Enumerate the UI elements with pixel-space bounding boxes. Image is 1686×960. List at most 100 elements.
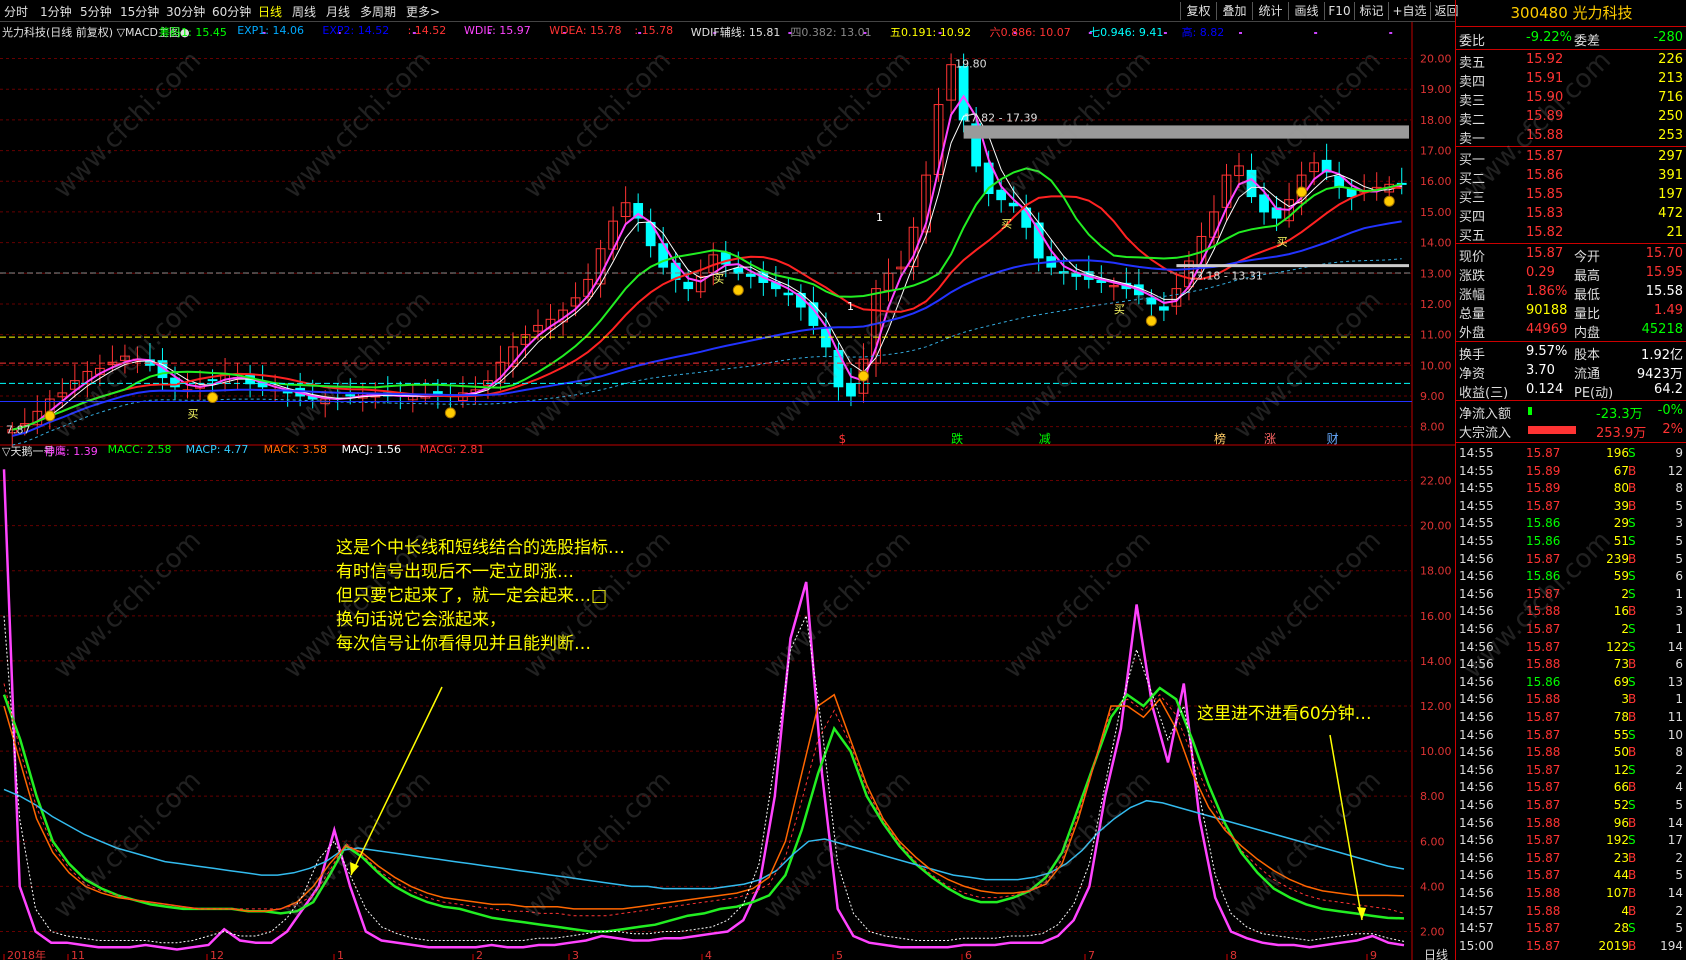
candle-body [1033, 222, 1044, 259]
event-marker: 涨 [1264, 431, 1276, 446]
quote-value: 15.83 [1526, 206, 1564, 221]
quote-value: 44969 [1526, 322, 1568, 337]
quote-row: 涨幅 1.86% 最低 15.58 [1456, 283, 1686, 303]
tick-volume: 78 [1613, 710, 1629, 724]
tick-time: 14:55 [1459, 516, 1494, 531]
tick-time: 14:56 [1459, 815, 1494, 830]
quote-row: 换手 9.57% 股本 1.92亿 [1456, 343, 1686, 363]
toolbar-button[interactable]: 统计 [1252, 2, 1288, 20]
quote-row: 外盘 44969 内盘 45218 [1456, 321, 1686, 341]
tick-time: 14:56 [1459, 586, 1494, 601]
legend-entry: WDIF辅线: 15.81 [690, 26, 781, 39]
tick-count: 8 [1675, 481, 1683, 496]
tick-row: 14:56 15.87 55 S 10 [1456, 727, 1686, 744]
x-tick-label: 5 [836, 949, 843, 960]
period-tab[interactable]: 15分钟 [120, 3, 159, 20]
tick-side: B [1628, 745, 1637, 760]
tick-row: 14:55 15.89 67 B 12 [1456, 463, 1686, 480]
period-tab[interactable]: 60分钟 [212, 3, 251, 20]
quote-value: 15.70 [1645, 246, 1683, 261]
quote-value: 1.86% [1526, 284, 1568, 299]
period-tab[interactable]: 周线 [292, 3, 316, 20]
toolbar-button[interactable]: F10 [1324, 2, 1354, 20]
event-marker: 榜 [1214, 431, 1226, 446]
y-tick-label: 19.00 [1420, 83, 1452, 96]
tick-volume: 192 [1606, 833, 1629, 848]
quote-label: 卖四 [1459, 75, 1486, 90]
y-tick-label: 9.00 [1420, 390, 1445, 403]
flow-bar [1528, 407, 1532, 415]
quote-value: 2% [1662, 422, 1683, 437]
tick-time: 14:56 [1459, 745, 1494, 760]
toolbar-button[interactable]: 叠加 [1216, 2, 1252, 20]
tick-time: 14:55 [1459, 498, 1494, 513]
buy-marker: 买 [713, 272, 724, 285]
wdea-line [12, 186, 1402, 431]
tick-count: 6 [1675, 569, 1683, 584]
y-tick-label: 14.00 [1420, 237, 1452, 250]
tick-side: S [1628, 639, 1636, 654]
tick-row: 14:56 15.88 3 B 1 [1456, 691, 1686, 708]
quote-value: 15.58 [1645, 284, 1683, 299]
tick-row: 14:55 15.89 80 B 8 [1456, 480, 1686, 497]
quote-value: 472 [1658, 206, 1683, 221]
period-tab[interactable]: 日线 [258, 3, 282, 20]
x-tick-label: 3 [572, 949, 579, 960]
tick-price: 15.88 [1526, 692, 1561, 707]
quote-value: 9423万 [1636, 367, 1683, 382]
x-tick-label: 2018年 [7, 948, 46, 960]
tick-row: 14:56 15.87 52 S 5 [1456, 797, 1686, 814]
tick-time: 14:56 [1459, 798, 1494, 812]
tick-count: 1 [1675, 692, 1683, 707]
toolbar-button[interactable]: 画线 [1288, 2, 1324, 20]
y-tick-label: 20.00 [1420, 520, 1452, 533]
legend-entry: : 14.52 [407, 24, 447, 37]
tick-time: 14:56 [1459, 551, 1494, 566]
candle-body [1259, 194, 1269, 213]
tick-volume: 16 [1613, 604, 1629, 619]
tick-price: 15.88 [1526, 903, 1561, 918]
band-label: 13.18 - 13.31 [1189, 270, 1263, 283]
tick-time: 14:56 [1459, 569, 1494, 584]
tick-price: 15.87 [1526, 727, 1561, 742]
buy-marker: 买 [1277, 236, 1288, 249]
quote-value: 253 [1658, 128, 1683, 143]
divider [1456, 146, 1686, 147]
flow-value: 253.9万 [1596, 426, 1647, 441]
top-dot [1239, 32, 1243, 34]
tick-side: S [1628, 534, 1636, 548]
tick-side: S [1628, 921, 1636, 936]
tick-count: 5 [1675, 868, 1683, 883]
tick-row: 14:56 15.88 107 B 14 [1456, 885, 1686, 902]
x-tick-label: 9 [1370, 949, 1377, 960]
tick-price: 15.86 [1526, 516, 1561, 531]
quote-value: 15.85 [1526, 187, 1564, 202]
tick-time: 14:56 [1459, 868, 1494, 883]
toolbar-button[interactable]: +自选 [1388, 2, 1430, 20]
tick-price: 15.89 [1526, 463, 1561, 478]
tick-time: 14:56 [1459, 780, 1494, 795]
tick-time: 14:56 [1459, 727, 1494, 742]
period-tab[interactable]: 多周期 [360, 3, 396, 20]
band-label: 17.82 - 17.39 [964, 111, 1038, 124]
period-tab[interactable]: 更多> [406, 3, 440, 20]
period-tab[interactable]: 分时 [4, 3, 28, 20]
tick-count: 194 [1660, 938, 1683, 953]
signal-coin-icon [1296, 186, 1308, 198]
quote-row: 收益(三) 0.124 PE(动) 64.2 [1456, 381, 1686, 401]
legend-entry: 四0.382: 13.01 [790, 26, 872, 39]
y-tick-label: 13.00 [1420, 267, 1452, 280]
toolbar-button[interactable]: 标记 [1354, 2, 1388, 20]
period-tab[interactable]: 月线 [326, 3, 350, 20]
period-tab[interactable]: 5分钟 [80, 3, 112, 20]
low-label: 7.87 [6, 424, 31, 437]
tick-time: 15:00 [1459, 938, 1494, 953]
toolbar-button[interactable]: 复权 [1180, 2, 1216, 20]
period-tab[interactable]: 30分钟 [166, 3, 205, 20]
tick-count: 14 [1667, 886, 1683, 900]
period-tab[interactable]: 1分钟 [40, 3, 72, 20]
tick-volume: 66 [1613, 780, 1629, 795]
tick-count: 2 [1675, 762, 1683, 777]
divider [1456, 49, 1686, 50]
tick-price: 15.87 [1526, 780, 1561, 795]
